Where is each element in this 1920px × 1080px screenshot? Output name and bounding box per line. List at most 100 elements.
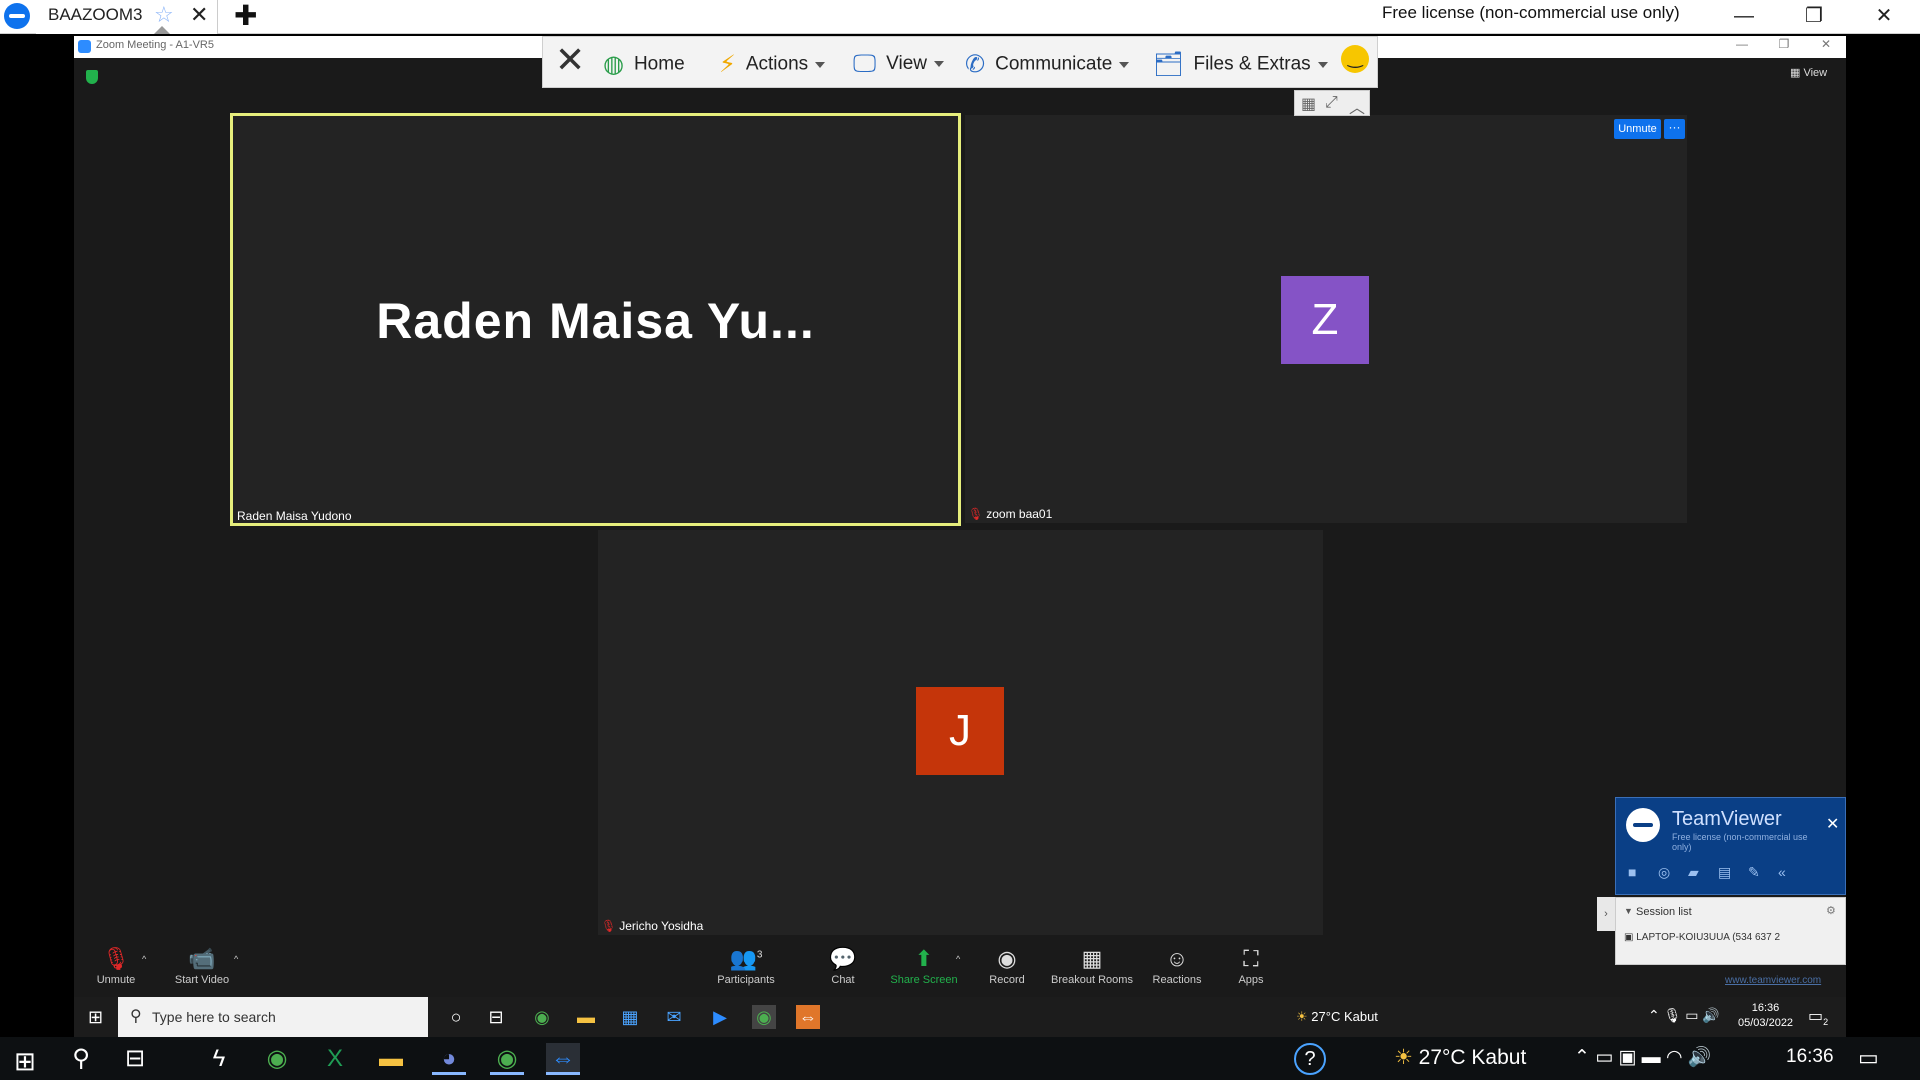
zoom-close-button[interactable]: ✕ [1806, 37, 1846, 57]
video-tile-jericho[interactable]: J 🎙 Jericho Yosidha [598, 530, 1323, 935]
new-tab-button[interactable]: ✚ [234, 0, 257, 32]
more-options-button[interactable]: ··· [1664, 119, 1685, 139]
audio-options-caret[interactable]: ^ [142, 954, 146, 964]
actions-label: Actions [745, 53, 809, 75]
zoom-minimize-button[interactable]: — [1722, 37, 1762, 57]
mic-muted-icon: 🎙 [968, 507, 984, 521]
share-options-caret[interactable]: ^ [956, 954, 960, 964]
start-video-button[interactable]: 📹 Start Video [170, 946, 234, 986]
teamviewer-logo-icon[interactable] [4, 3, 30, 29]
file-icon[interactable]: ▤ [1718, 864, 1731, 881]
taskbar-search-box[interactable]: ⚲ Type here to search [118, 997, 428, 1037]
view-button[interactable]: ▦ View [1790, 66, 1827, 79]
file-transfer-icon: 🗂 [1153, 51, 1184, 78]
help-icon[interactable]: ? [1294, 1043, 1326, 1075]
pen-icon[interactable]: ✎ [1748, 864, 1760, 881]
actions-menu[interactable]: ⚡ Actions [719, 50, 826, 79]
home-button[interactable]: ◍ Home [603, 50, 685, 79]
chevron-down-icon: ▼ [1624, 906, 1633, 916]
teamviewer-panel-header: TeamViewer Free license (non-commercial … [1615, 797, 1846, 895]
local-taskbar: ⊞ ⚲ ⊟ ϟ ◉ X ▬ ◕ ◉ ⇔ ? ☀ 27°C Kabut ⌃ ▭ ▣… [0, 1037, 1920, 1080]
unmute-button[interactable]: 🎙 Unmute [90, 946, 142, 986]
teamviewer-taskbar-icon[interactable]: ⇔ [796, 1005, 820, 1029]
chat-button[interactable]: 💬 Chat [822, 946, 864, 986]
chevron-up-icon[interactable]: ︿ [1349, 94, 1365, 118]
license-notice: Free license (non-commercial use only) [1382, 3, 1680, 22]
participants-count: 3 [756, 949, 763, 961]
share-screen-label: Share Screen [890, 974, 958, 986]
video-options-caret[interactable]: ^ [234, 954, 238, 964]
video-icon[interactable]: ■ [1628, 864, 1636, 880]
monitor-icon: 🖵 [853, 50, 877, 77]
video-tile-zoom-baa01[interactable]: Z 🎙 zoom baa01 [965, 115, 1687, 523]
system-tray-icons[interactable]: ⌃ ▭ ▣ ▬ ◠ 🔊 [1574, 1045, 1711, 1069]
notification-center-icon[interactable]: ▭2 [1808, 1006, 1828, 1027]
participants-icon: 👥3 [729, 946, 763, 971]
restore-button[interactable]: ❐ [1779, 0, 1849, 34]
chat-icon[interactable]: ▰ [1688, 864, 1699, 881]
close-panel-icon[interactable]: ✕ [1826, 814, 1839, 834]
teamviewer-website-link[interactable]: www.teamviewer.com [1725, 975, 1821, 986]
smiley-icon[interactable] [1341, 45, 1369, 73]
reactions-button[interactable]: ☺ Reactions [1150, 946, 1204, 986]
security-shield-icon[interactable] [86, 70, 98, 84]
expand-panel-button[interactable]: › [1597, 897, 1615, 931]
teamviewer-taskbar-icon[interactable]: ⇔ [546, 1043, 580, 1075]
task-view-icon[interactable]: ⊟ [118, 1043, 152, 1075]
reactions-icon: ☺ [1165, 946, 1189, 971]
files-extras-menu[interactable]: 🗂 Files & Extras [1153, 50, 1328, 79]
headset-icon[interactable]: ◎ [1658, 864, 1670, 881]
discord-icon[interactable]: ◕ [432, 1043, 466, 1075]
share-screen-button[interactable]: ⬆ Share Screen [888, 946, 960, 986]
gear-icon[interactable]: ⚙ [1826, 904, 1836, 917]
task-view-icon[interactable]: ⊟ [484, 1005, 508, 1029]
session-list: Session list ▼ ⚙ ▣ LAPTOP-KOIU3UUA (534 … [1615, 897, 1846, 965]
chrome-profile-icon[interactable]: ◉ [752, 1005, 776, 1029]
excel-icon[interactable]: X [318, 1043, 352, 1075]
file-explorer-icon[interactable]: ▬ [574, 1005, 598, 1029]
communicate-menu[interactable]: ✆ Communicate [965, 50, 1130, 79]
zoom-restore-button[interactable]: ❐ [1764, 37, 1804, 57]
video-tile-raden[interactable]: Raden Maisa Yu... Raden Maisa Yudono [230, 113, 961, 526]
participant-name-label: Raden Maisa Yudono [237, 509, 352, 523]
weather-widget[interactable]: ☀ 27°C Kabut [1296, 1009, 1378, 1025]
taskbar-clock[interactable]: 16:36 [1786, 1046, 1834, 1068]
tab-baazoom3[interactable]: BAAZOOM3 ☆ ✕ [36, 0, 218, 34]
weather-widget[interactable]: ☀ 27°C Kabut [1394, 1045, 1526, 1070]
close-window-button[interactable]: ✕ [1849, 0, 1919, 34]
chrome-icon[interactable]: ◉ [260, 1043, 294, 1075]
session-list-label[interactable]: Session list [1636, 906, 1692, 918]
search-icon[interactable]: ⚲ [64, 1043, 98, 1075]
windows-start-icon[interactable]: ⊞ [88, 1007, 103, 1028]
lightning-app-icon[interactable]: ϟ [202, 1043, 236, 1075]
unmute-participant-button[interactable]: Unmute [1614, 119, 1661, 139]
mail-icon[interactable]: ✉ [662, 1005, 686, 1029]
lightning-icon: ⚡ [719, 51, 736, 78]
zoom-app-icon [78, 40, 91, 53]
record-button[interactable]: ◉ Record [984, 946, 1030, 986]
chrome-icon[interactable]: ◉ [530, 1005, 554, 1029]
session-item[interactable]: ▣ LAPTOP-KOIU3UUA (534 637 2 [1624, 932, 1780, 943]
taskbar-clock[interactable]: 16:36 05/03/2022 [1738, 1001, 1793, 1031]
minimize-button[interactable]: — [1709, 0, 1779, 34]
star-icon[interactable]: ☆ [154, 2, 174, 28]
collapse-icon[interactable]: « [1778, 864, 1786, 880]
chrome-profile-icon[interactable]: ◉ [490, 1043, 524, 1075]
zoom-taskbar-icon[interactable]: ▶ [708, 1005, 732, 1029]
mic-off-icon: 🎙 [102, 946, 130, 971]
participant-name-text: Jericho Yosidha [619, 919, 704, 933]
system-tray-icons[interactable]: ⌃ 🎙 ▭ 🔊 [1648, 1007, 1720, 1024]
breakout-rooms-button[interactable]: ▦ Breakout Rooms [1048, 946, 1136, 986]
cortana-icon[interactable]: ○ [444, 1005, 468, 1029]
file-explorer-icon[interactable]: ▬ [374, 1043, 408, 1075]
participants-button[interactable]: 👥3 Participants [714, 946, 778, 986]
view-menu[interactable]: 🖵 View [853, 50, 944, 78]
apps-button[interactable]: ⛶ Apps [1234, 946, 1268, 986]
store-icon[interactable]: ▦ [618, 1005, 642, 1029]
grid-icon[interactable]: ▦ [1301, 94, 1316, 114]
close-tab-icon[interactable]: ✕ [190, 2, 208, 28]
notification-center-icon[interactable]: ▭ [1858, 1045, 1879, 1071]
windows-start-icon[interactable]: ⊞ [14, 1046, 36, 1077]
fullscreen-icon[interactable]: ⤢ [1325, 94, 1338, 112]
end-session-button[interactable]: ✕ [555, 42, 585, 78]
